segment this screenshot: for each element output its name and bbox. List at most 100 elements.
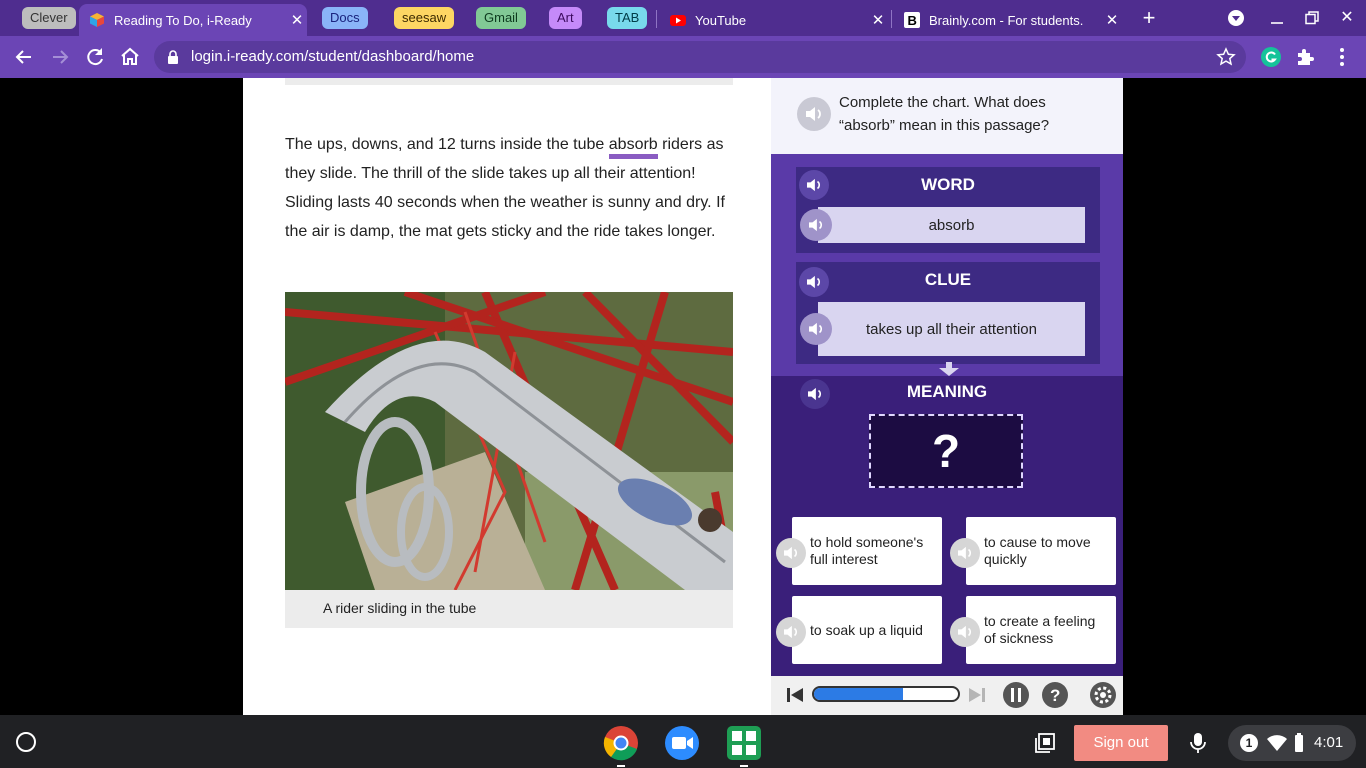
browser-menu-icon[interactable] — [1330, 45, 1354, 69]
address-bar[interactable]: login.i-ready.com/student/dashboard/home — [154, 41, 1246, 73]
read-aloud-clue-title-button[interactable] — [799, 267, 829, 297]
new-tab-icon[interactable]: + — [1137, 6, 1161, 30]
close-tab-icon[interactable]: ✕ — [868, 11, 888, 29]
chrome-app-icon[interactable] — [603, 725, 639, 761]
browser-toolbar: login.i-ready.com/student/dashboard/home — [0, 36, 1366, 78]
answer-choice-2[interactable]: to cause to move quickly — [966, 517, 1116, 585]
tab-title: Reading To Do, i-Ready — [114, 12, 252, 28]
svg-text:?: ? — [1050, 686, 1060, 705]
tab-title: Brainly.com - For students. — [929, 12, 1084, 28]
tab-youtube[interactable]: YouTube ✕ — [660, 4, 888, 36]
microphone-icon[interactable] — [1188, 732, 1208, 754]
answer-choice-3[interactable]: to soak up a liquid — [792, 596, 942, 664]
speaker-icon — [806, 107, 821, 121]
youtube-icon — [670, 15, 686, 26]
tab-search-icon[interactable] — [1224, 6, 1248, 30]
notification-badge[interactable]: 1 — [1240, 734, 1258, 752]
tab-group-art[interactable]: Art — [549, 7, 582, 29]
passage-text: The ups, downs, and 12 turns inside the … — [285, 130, 737, 246]
tab-group-tab[interactable]: TAB — [607, 7, 648, 29]
photo-caption: A rider sliding in the tube — [285, 590, 733, 628]
meaning-drop-target[interactable]: ? — [869, 414, 1023, 488]
reload-icon[interactable] — [83, 45, 107, 69]
sign-out-button[interactable]: Sign out — [1074, 725, 1168, 761]
read-aloud-clue-button[interactable] — [800, 313, 832, 345]
help-icon[interactable]: ? — [1041, 681, 1069, 709]
back-arrow-icon[interactable] — [12, 45, 36, 69]
answer-choice-label: to create a feeling of sickness — [984, 613, 1096, 646]
speaker-icon — [809, 218, 822, 232]
brainly-icon: B — [904, 12, 920, 28]
activity-panel: Complete the chart. What does “absorb” m… — [771, 78, 1123, 715]
tab-group-gmail[interactable]: Gmail — [476, 7, 526, 29]
divider — [285, 78, 733, 85]
clue-title: CLUE — [924, 270, 972, 289]
progress-fill — [814, 688, 904, 700]
system-tray[interactable]: 1 4:01 — [1228, 725, 1356, 761]
answer-choice-4[interactable]: to create a feeling of sickness — [966, 596, 1116, 664]
speaker-icon — [807, 178, 820, 192]
battery-icon — [1295, 733, 1303, 752]
pause-icon[interactable] — [1002, 681, 1030, 709]
word-box: WORD absorb — [796, 167, 1100, 253]
read-aloud-choice-2-button[interactable] — [950, 538, 980, 568]
close-tab-icon[interactable]: ✕ — [287, 11, 307, 29]
clue-card: takes up all their attention — [818, 302, 1085, 356]
tab-group-seesaw[interactable]: seesaw — [394, 7, 455, 29]
skip-forward-icon[interactable] — [963, 681, 991, 709]
iready-cube-icon — [90, 13, 104, 27]
meaning-title: MEANING — [906, 382, 988, 401]
tab-group-clever[interactable]: Clever — [22, 7, 76, 29]
screen-capture-icon[interactable] — [1034, 732, 1056, 754]
speaker-icon — [809, 322, 822, 336]
tab-group-docs[interactable]: Docs — [322, 7, 368, 29]
running-indicator — [617, 765, 625, 767]
read-aloud-word-button[interactable] — [800, 209, 832, 241]
tab-iready[interactable]: Reading To Do, i-Ready ✕ — [79, 4, 307, 36]
minimize-icon[interactable] — [1265, 6, 1289, 30]
tab-separator — [656, 10, 657, 28]
answer-choice-label: to hold someone's full interest — [810, 534, 924, 567]
word-title: WORD — [921, 175, 975, 194]
question-area: Complete the chart. What does “absorb” m… — [771, 78, 1123, 154]
tab-separator — [891, 10, 892, 28]
word-card: absorb — [818, 207, 1085, 243]
extensions-puzzle-icon[interactable] — [1294, 45, 1318, 69]
close-window-icon[interactable]: ✕ — [1335, 6, 1359, 30]
restore-icon[interactable] — [1300, 6, 1324, 30]
url-text: login.i-ready.com/student/dashboard/home — [191, 48, 475, 65]
clock-time: 4:01 — [1314, 734, 1344, 751]
grammarly-icon[interactable] — [1259, 45, 1283, 69]
video-call-app-icon[interactable] — [664, 725, 700, 761]
highlighted-word[interactable]: absorb — [608, 136, 658, 159]
meaning-area: MEANING ? to hold someone's full interes… — [771, 376, 1123, 676]
launcher-icon[interactable] — [16, 732, 36, 752]
lock-icon[interactable] — [167, 50, 179, 64]
speaker-icon — [958, 625, 971, 639]
passage-text-start: The ups, downs, and 12 turns inside the … — [285, 136, 609, 153]
tab-title: YouTube — [695, 12, 747, 28]
tab-brainly[interactable]: B Brainly.com - For students. ✕ — [894, 4, 1122, 36]
forward-arrow-icon[interactable] — [48, 45, 72, 69]
clue-box: CLUE takes up all their attention — [796, 262, 1100, 364]
lesson-progress-bar — [812, 686, 960, 702]
answer-choice-1[interactable]: to hold someone's full interest — [792, 517, 942, 585]
home-icon[interactable] — [118, 45, 142, 69]
read-aloud-choice-3-button[interactable] — [776, 617, 806, 647]
answer-choice-label: to soak up a liquid — [810, 621, 923, 638]
read-aloud-choice-1-button[interactable] — [776, 538, 806, 568]
speaker-icon — [784, 546, 797, 560]
read-aloud-question-button[interactable] — [797, 97, 831, 131]
word-clue-chart: WORD absorb CLUE takes up all their atte… — [771, 154, 1123, 376]
settings-gear-icon[interactable] — [1089, 681, 1117, 709]
speaker-icon — [958, 546, 971, 560]
close-tab-icon[interactable]: ✕ — [1102, 11, 1122, 29]
calculator-app-icon[interactable] — [726, 725, 762, 761]
os-shelf: Sign out 1 4:01 — [0, 715, 1366, 768]
passage-photo — [285, 292, 733, 590]
arrow-down-icon — [939, 362, 959, 376]
read-aloud-word-title-button[interactable] — [799, 170, 829, 200]
read-aloud-choice-4-button[interactable] — [950, 617, 980, 647]
skip-back-icon[interactable] — [781, 681, 809, 709]
bookmark-star-icon[interactable] — [1216, 47, 1236, 67]
